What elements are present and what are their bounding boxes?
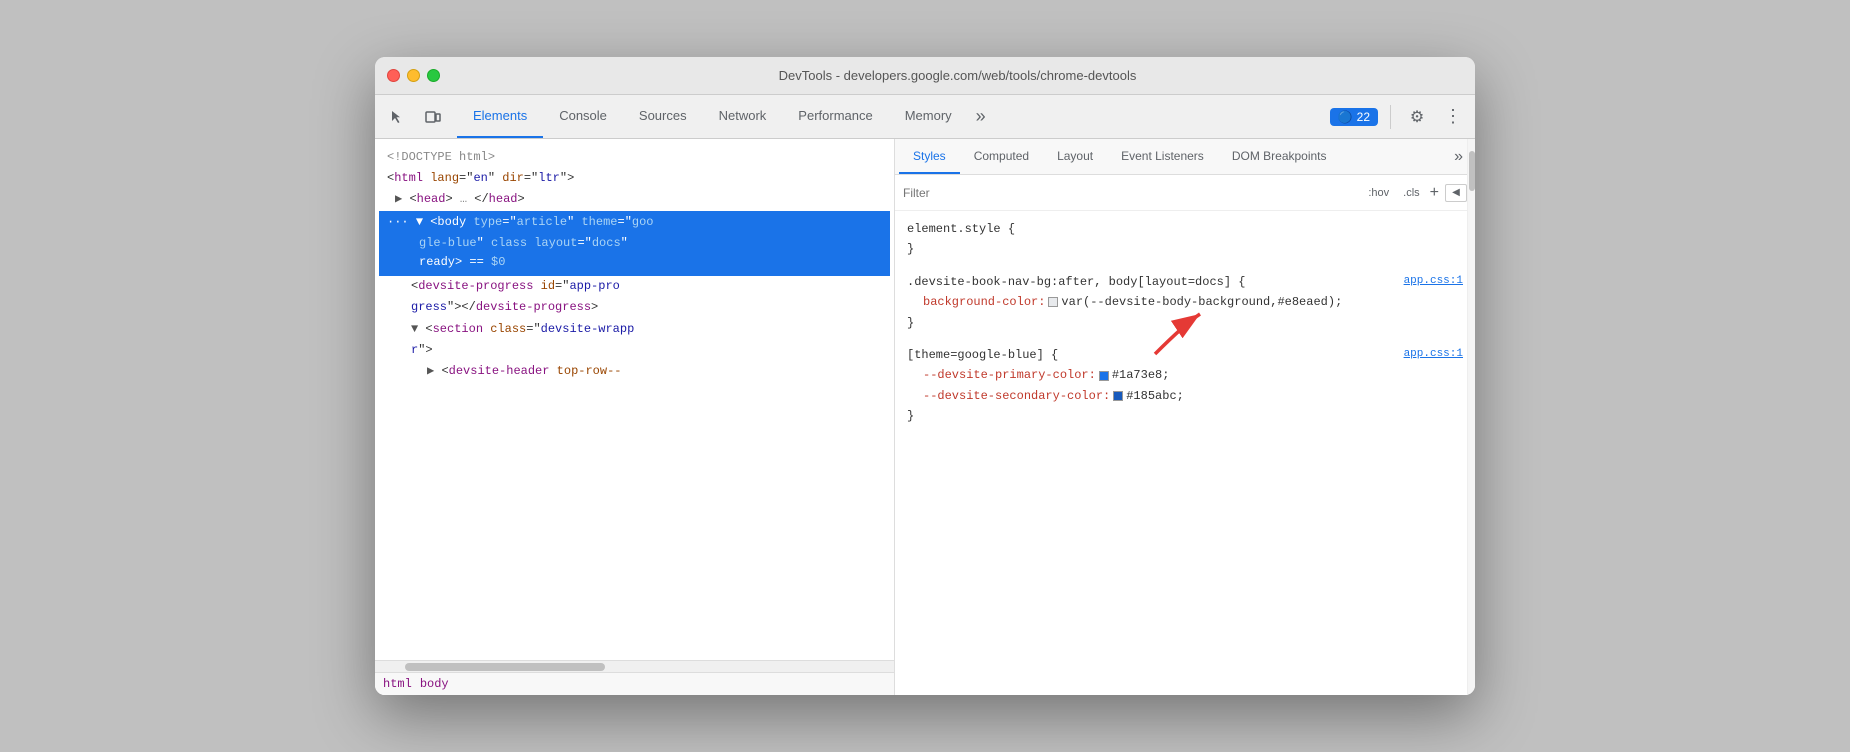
styles-scrollbar[interactable] (1467, 139, 1475, 695)
dom-doctype: <!DOCTYPE html> (379, 147, 890, 168)
bg-color-swatch[interactable] (1048, 297, 1058, 307)
breadcrumb-body[interactable]: body (420, 677, 449, 691)
minimize-button[interactable] (407, 69, 420, 82)
bg-color-property: background-color: var(--devsite-body-bac… (907, 292, 1463, 312)
tab-console[interactable]: Console (543, 95, 623, 138)
devsite-nav-rule: app.css:1 .devsite-book-nav-bg:after, bo… (907, 272, 1463, 333)
dom-section1[interactable]: ▼ <section class="devsite-wrapp (379, 319, 890, 340)
dom-body-cont2: ready> == $0 (379, 253, 890, 276)
toggle-element-state-button[interactable]: ◀ (1445, 184, 1467, 202)
filter-actions: :hov .cls + ◀ (1364, 184, 1467, 202)
styles-filter-input[interactable] (903, 186, 1364, 200)
devsite-nav-selector-line: app.css:1 .devsite-book-nav-bg:after, bo… (907, 272, 1463, 292)
tab-memory[interactable]: Memory (889, 95, 968, 138)
tab-computed[interactable]: Computed (960, 139, 1043, 174)
dom-devsite-header[interactable]: ▶ <devsite-header top-row-- (379, 361, 890, 382)
secondary-color-property: --devsite-secondary-color: #185abc; (907, 386, 1463, 406)
add-style-rule-button[interactable]: + (1430, 184, 1439, 202)
devsite-nav-close: } (907, 313, 1463, 333)
dom-horizontal-scrollbar[interactable] (375, 660, 894, 672)
more-options-button[interactable]: ⋮ (1439, 103, 1467, 131)
dom-scrollbar-thumb[interactable] (405, 663, 605, 671)
traffic-lights (387, 69, 440, 82)
inspect-element-button[interactable] (383, 103, 411, 131)
styles-tabs: Styles Computed Layout Event Listeners D… (895, 139, 1475, 175)
titlebar: DevTools - developers.google.com/web/too… (375, 57, 1475, 95)
theme-rule-link[interactable]: app.css:1 (1404, 345, 1463, 364)
primary-color-property: --devsite-primary-color: #1a73e8; (907, 365, 1463, 385)
tab-performance[interactable]: Performance (782, 95, 888, 138)
styles-scroll-thumb[interactable] (1469, 151, 1475, 191)
theme-selector-line: app.css:1 [theme=google-blue] { (907, 345, 1463, 365)
element-style-close: } (907, 239, 1463, 259)
main-content: <!DOCTYPE html> <html lang="en" dir="ltr… (375, 139, 1475, 695)
tab-event-listeners[interactable]: Event Listeners (1107, 139, 1218, 174)
element-style-selector: element.style { (907, 219, 1463, 239)
device-toolbar-button[interactable] (419, 103, 447, 131)
dom-head[interactable]: ▶ <head> … </head> (379, 189, 890, 210)
toolbar-icons (383, 103, 447, 131)
dom-tree: <!DOCTYPE html> <html lang="en" dir="ltr… (375, 139, 894, 660)
tab-elements[interactable]: Elements (457, 95, 543, 138)
styles-panel: Styles Computed Layout Event Listeners D… (895, 139, 1475, 695)
breadcrumb-html[interactable]: html (383, 677, 412, 691)
element-style-rule: element.style { } (907, 219, 1463, 260)
top-tabs: Elements Console Sources Network Perform… (457, 95, 1330, 138)
tab-sources[interactable]: Sources (623, 95, 703, 138)
toolbar-right: 🔵 22 ⚙ ⋮ (1330, 103, 1467, 131)
dom-section2[interactable]: r"> (379, 340, 890, 361)
tab-network[interactable]: Network (703, 95, 783, 138)
badge-count: 22 (1357, 110, 1370, 124)
maximize-button[interactable] (427, 69, 440, 82)
settings-button[interactable]: ⚙ (1403, 103, 1431, 131)
dom-panel: <!DOCTYPE html> <html lang="en" dir="ltr… (375, 139, 895, 695)
primary-color-swatch[interactable] (1099, 371, 1109, 381)
css-rules-content: element.style { } app.css:1 .devsite-boo… (895, 211, 1475, 695)
tab-styles[interactable]: Styles (899, 139, 960, 174)
filter-bar: :hov .cls + ◀ (895, 175, 1475, 211)
dom-devsite-progress2[interactable]: gress"></devsite-progress> (379, 297, 890, 318)
devtools-window: DevTools - developers.google.com/web/too… (375, 57, 1475, 695)
cls-filter-button[interactable]: .cls (1399, 185, 1424, 201)
theme-rule: app.css:1 [theme=google-blue] { --devsit… (907, 345, 1463, 427)
theme-rule-close: } (907, 406, 1463, 426)
breadcrumb-bar: html body (375, 672, 894, 695)
badge-icon: 🔵 (1338, 110, 1353, 124)
tab-dom-breakpoints[interactable]: DOM Breakpoints (1218, 139, 1341, 174)
dom-body-cont1: gle-blue" class layout="docs" (379, 234, 890, 253)
tab-layout[interactable]: Layout (1043, 139, 1107, 174)
dom-html[interactable]: <html lang="en" dir="ltr"> (379, 168, 890, 189)
more-tabs-button[interactable]: » (968, 95, 994, 138)
devtools-container: Elements Console Sources Network Perform… (375, 95, 1475, 695)
secondary-color-swatch[interactable] (1113, 391, 1123, 401)
devsite-nav-link[interactable]: app.css:1 (1404, 272, 1463, 291)
notification-badge[interactable]: 🔵 22 (1330, 108, 1378, 126)
toolbar-divider (1390, 105, 1391, 129)
hov-filter-button[interactable]: :hov (1364, 185, 1393, 201)
window-title: DevTools - developers.google.com/web/too… (452, 68, 1463, 83)
dom-body[interactable]: ··· ▼ <body type="article" theme="goo (379, 211, 890, 234)
top-toolbar: Elements Console Sources Network Perform… (375, 95, 1475, 139)
close-button[interactable] (387, 69, 400, 82)
dom-devsite-progress1[interactable]: <devsite-progress id="app-pro (379, 276, 890, 297)
